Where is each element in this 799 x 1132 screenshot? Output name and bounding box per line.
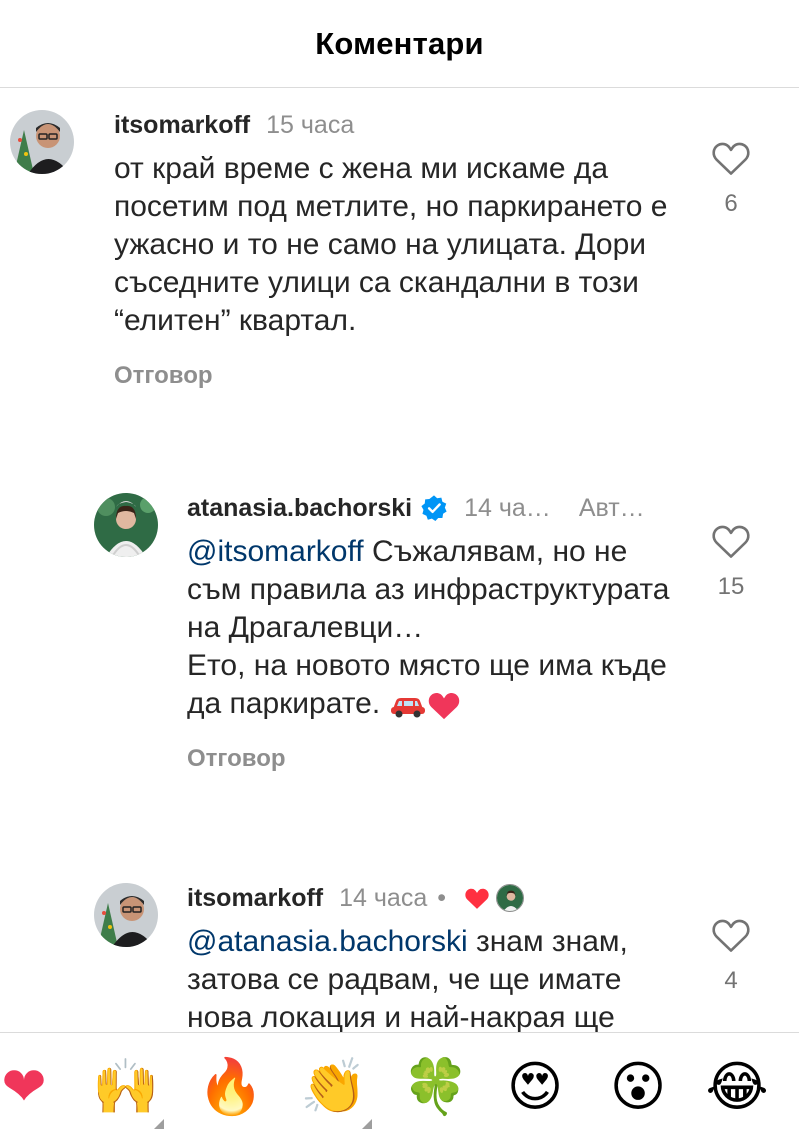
clapping-hands-icon: 👏 xyxy=(300,1055,368,1118)
comment-time: 14 ча… xyxy=(464,493,551,522)
fire-emoji-button[interactable]: 🔥 xyxy=(197,1055,264,1119)
avatar[interactable] xyxy=(94,493,158,557)
heart-icon[interactable] xyxy=(711,140,751,176)
comments-header: Коментари xyxy=(0,0,799,88)
heart-icon[interactable] xyxy=(711,523,751,559)
car-emoji-icon xyxy=(390,698,425,718)
reply-button[interactable]: Отговор xyxy=(187,745,677,773)
comment-username[interactable]: itsomarkoff xyxy=(114,111,250,140)
emoji-reaction-bar: ❤ 🙌 🔥 👏 🍀 😍 😮 😂 xyxy=(0,1032,799,1132)
creator-mini-avatar xyxy=(496,884,524,912)
heart-icon[interactable] xyxy=(711,917,751,953)
comment-time: 15 часа xyxy=(266,110,355,139)
mention-link[interactable]: @atanasia.bachorski xyxy=(187,925,468,958)
avatar[interactable] xyxy=(10,110,74,174)
heart-eyes-emoji-button[interactable]: 😍 xyxy=(503,1055,567,1119)
red-heart-emoji-button[interactable]: ❤ xyxy=(0,1055,56,1119)
raising-hands-icon: 🙌 xyxy=(92,1055,160,1118)
creator-liked-heart-icon xyxy=(465,888,489,909)
comment-like: 6 xyxy=(711,140,751,218)
astonished-face-emoji-button[interactable]: 😮 xyxy=(606,1055,670,1119)
variant-indicator-icon xyxy=(362,1119,372,1129)
like-count: 4 xyxy=(724,967,738,994)
comment-like: 15 xyxy=(711,523,751,601)
variant-indicator-icon xyxy=(154,1119,164,1129)
reply-item: itsomarkoff 14 часа • @atanasia.bachorsk… xyxy=(0,883,799,1032)
mention-link[interactable]: @itsomarkoff xyxy=(187,535,364,568)
comment-text: @itsomarkoff Съжалявам, но не съм правил… xyxy=(187,533,677,723)
comment-time: 14 часа xyxy=(339,883,428,912)
clapping-hands-emoji-button[interactable]: 👏 xyxy=(300,1055,372,1129)
separator-dot: • xyxy=(437,883,446,912)
page-title: Коментари xyxy=(315,25,484,61)
red-heart-emoji-icon xyxy=(428,693,459,720)
like-count: 15 xyxy=(717,573,745,600)
tears-of-joy-emoji-button[interactable]: 😂 xyxy=(705,1055,769,1119)
like-count: 6 xyxy=(724,190,738,217)
verified-badge-icon xyxy=(421,495,447,522)
comment-username[interactable]: atanasia.bachorski xyxy=(187,494,412,523)
comment-text: @atanasia.bachorski знам знам, затова се… xyxy=(187,923,677,1032)
four-leaf-clover-emoji-button[interactable]: 🍀 xyxy=(402,1055,469,1119)
raising-hands-emoji-button[interactable]: 🙌 xyxy=(92,1055,164,1129)
comment-like: 4 xyxy=(711,917,751,995)
comment-username[interactable]: itsomarkoff xyxy=(187,884,323,913)
reply-button[interactable]: Отговор xyxy=(114,362,674,390)
comment-text: от край време с жена ми искаме да посети… xyxy=(114,152,668,337)
author-badge: Авт… xyxy=(578,493,645,522)
avatar[interactable] xyxy=(94,883,158,947)
comments-screen: Коментари itsomarkoff 15 часа от край вр… xyxy=(0,0,799,1132)
